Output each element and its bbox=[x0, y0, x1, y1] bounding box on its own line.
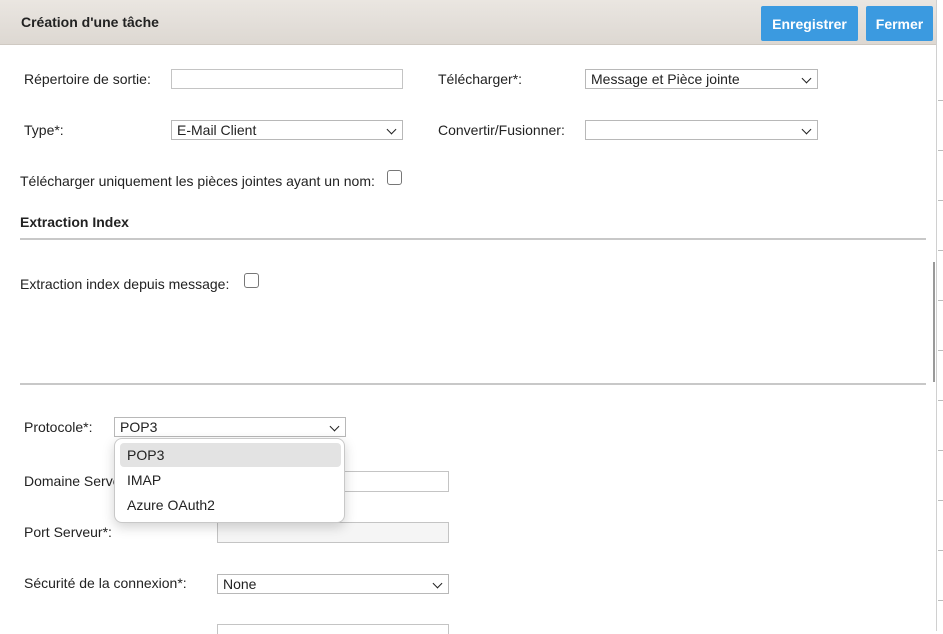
convert-label: Convertir/Fusionner: bbox=[438, 122, 565, 138]
download-label: Télécharger*: bbox=[438, 71, 523, 87]
background-edge bbox=[938, 400, 943, 401]
chevron-down-icon bbox=[801, 124, 812, 135]
named-attachments-checkbox[interactable] bbox=[387, 170, 402, 185]
background-edge bbox=[938, 200, 943, 201]
protocol-dropdown-menu: POP3 IMAP Azure OAuth2 bbox=[114, 438, 345, 523]
next-field-input[interactable] bbox=[217, 624, 449, 634]
background-edge bbox=[938, 150, 943, 151]
server-domain-label: Domaine Serve bbox=[24, 473, 121, 489]
background-edge bbox=[938, 100, 943, 101]
close-button[interactable]: Fermer bbox=[866, 6, 933, 41]
index-from-message-checkbox[interactable] bbox=[244, 273, 259, 288]
type-select[interactable]: E-Mail Client bbox=[171, 120, 403, 140]
protocol-option-azure-oauth2[interactable]: Azure OAuth2 bbox=[120, 493, 341, 517]
section-divider bbox=[20, 383, 926, 385]
output-dir-input[interactable] bbox=[171, 69, 403, 89]
chevron-down-icon bbox=[432, 578, 443, 589]
index-from-message-label: Extraction index depuis message: bbox=[20, 276, 230, 292]
background-edge bbox=[938, 250, 943, 251]
protocol-select-value: POP3 bbox=[120, 419, 158, 435]
server-port-label: Port Serveur*: bbox=[24, 524, 112, 540]
background-edge bbox=[938, 550, 943, 551]
section-divider bbox=[20, 238, 926, 240]
output-dir-label: Répertoire de sortie: bbox=[24, 71, 151, 87]
task-creation-dialog: Création d'une tâche Enregistrer Fermer … bbox=[0, 0, 937, 634]
chevron-down-icon bbox=[801, 73, 812, 84]
background-edge bbox=[938, 300, 943, 301]
dialog-header: Création d'une tâche Enregistrer Fermer bbox=[0, 0, 936, 45]
download-select[interactable]: Message et Pièce jointe bbox=[585, 69, 818, 89]
background-edge bbox=[938, 600, 943, 601]
save-button[interactable]: Enregistrer bbox=[761, 6, 858, 41]
download-select-value: Message et Pièce jointe bbox=[591, 71, 740, 87]
index-section-title: Extraction Index bbox=[20, 214, 129, 230]
type-select-value: E-Mail Client bbox=[177, 122, 257, 138]
security-select-value: None bbox=[223, 576, 257, 592]
security-label: Sécurité de la connexion*: bbox=[24, 575, 187, 591]
named-attachments-label: Télécharger uniquement les pièces jointe… bbox=[20, 173, 375, 189]
background-edge bbox=[938, 450, 943, 451]
chevron-down-icon bbox=[329, 421, 340, 432]
protocol-select[interactable]: POP3 bbox=[114, 417, 346, 437]
background-edge bbox=[938, 500, 943, 501]
protocol-option-imap[interactable]: IMAP bbox=[120, 468, 341, 492]
protocol-label: Protocole*: bbox=[24, 419, 93, 435]
server-port-input[interactable] bbox=[217, 522, 449, 543]
dialog-title: Création d'une tâche bbox=[21, 14, 159, 30]
type-label: Type*: bbox=[24, 122, 64, 138]
scrollbar-thumb[interactable] bbox=[933, 262, 935, 382]
convert-select[interactable] bbox=[585, 120, 818, 140]
chevron-down-icon bbox=[386, 124, 397, 135]
protocol-option-pop3[interactable]: POP3 bbox=[120, 443, 341, 467]
background-edge bbox=[938, 350, 943, 351]
security-select[interactable]: None bbox=[217, 574, 449, 594]
